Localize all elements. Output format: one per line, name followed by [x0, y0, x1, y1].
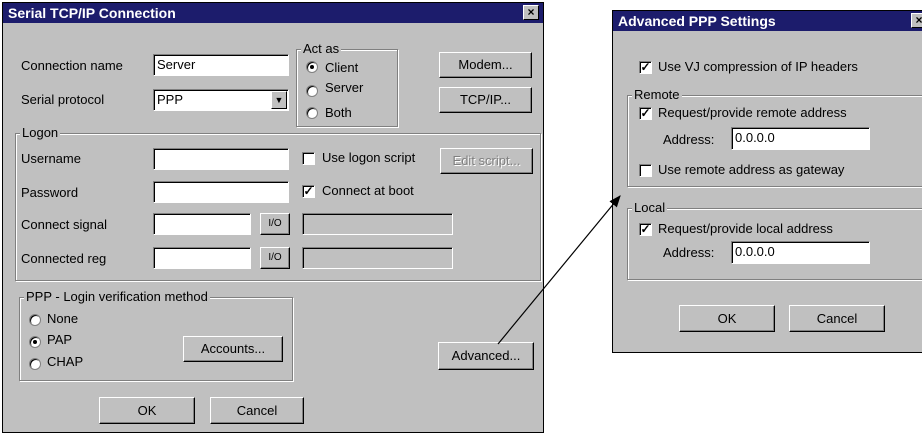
remote-gateway-checkbox[interactable] — [639, 164, 652, 177]
logon-label: Logon — [20, 125, 61, 140]
connection-name-label: Connection name — [21, 58, 123, 73]
remote-address-label: Address: — [663, 132, 715, 147]
advanced-button[interactable]: Advanced... — [438, 342, 534, 370]
connected-reg-label: Connected reg — [21, 251, 107, 266]
serial-ok-button[interactable]: OK — [99, 397, 195, 424]
radio-server-label: Server — [325, 80, 364, 95]
accounts-button[interactable]: Accounts... — [183, 336, 283, 362]
connect-signal-display — [302, 213, 453, 235]
connect-at-boot-label: Connect at boot — [322, 183, 414, 198]
modem-button[interactable]: Modem... — [439, 52, 532, 78]
connection-name-input[interactable]: Server — [153, 54, 289, 76]
connected-reg-io-button[interactable]: I/O — [260, 247, 290, 269]
serial-protocol-label: Serial protocol — [21, 92, 105, 107]
radio-none-label: None — [47, 311, 79, 326]
radio-selected-dot — [310, 65, 314, 69]
radio-both[interactable] — [306, 107, 318, 119]
serial-close-icon[interactable]: × — [523, 5, 539, 20]
ppp-verification-group: PPP - Login verification method None PAP… — [19, 289, 293, 381]
radio-chap[interactable] — [29, 358, 41, 370]
radio-client-label: Client — [325, 60, 359, 75]
advanced-dialog-titlebar: Advanced PPP Settings — [613, 11, 922, 31]
serial-dialog-titlebar: Serial TCP/IP Connection — [3, 3, 543, 23]
local-address-label: Address: — [663, 245, 715, 260]
act-as-label: Act as — [301, 41, 342, 56]
vj-compression-checkbox[interactable]: ✓ — [639, 61, 652, 74]
tcpip-button[interactable]: TCP/IP... — [439, 87, 532, 113]
remote-gateway-label: Use remote address as gateway — [658, 162, 845, 177]
serial-protocol-value: PPP — [157, 92, 184, 107]
remote-address-input[interactable]: 0.0.0.0 — [731, 127, 870, 150]
radio-chap-label: CHAP — [47, 354, 84, 369]
request-local-label: Request/provide local address — [658, 221, 833, 236]
connected-reg-input[interactable] — [153, 247, 251, 269]
radio-client[interactable] — [306, 61, 318, 73]
request-local-checkbox[interactable]: ✓ — [639, 223, 652, 236]
request-remote-label: Request/provide remote address — [658, 105, 847, 120]
advanced-close-icon[interactable]: × — [911, 13, 922, 28]
radio-pap[interactable] — [29, 336, 41, 348]
act-as-group: Act as Client Server Both — [296, 41, 398, 127]
local-group: Local ✓ Request/provide local address Ad… — [627, 200, 922, 280]
connect-signal-label: Connect signal — [21, 217, 107, 232]
use-logon-script-label: Use logon script — [322, 150, 416, 165]
password-label: Password — [21, 185, 79, 200]
advanced-ok-button[interactable]: OK — [679, 305, 775, 332]
edit-script-button[interactable]: Edit script... — [440, 148, 533, 174]
serial-protocol-select[interactable]: PPP ▼ — [153, 89, 289, 111]
remote-group: Remote ✓ Request/provide remote address … — [627, 87, 922, 187]
vj-compression-label: Use VJ compression of IP headers — [658, 59, 858, 74]
advanced-ppp-dialog: Advanced PPP Settings × ✓ Use VJ compres… — [612, 10, 922, 353]
use-logon-script-checkbox[interactable] — [302, 152, 315, 165]
request-remote-checkbox[interactable]: ✓ — [639, 107, 652, 120]
connect-signal-io-button[interactable]: I/O — [260, 213, 290, 235]
chevron-down-icon[interactable]: ▼ — [271, 91, 287, 109]
connect-at-boot-checkbox[interactable]: ✓ — [302, 185, 315, 198]
remote-label: Remote — [632, 87, 682, 102]
radio-server[interactable] — [306, 85, 318, 97]
radio-both-label: Both — [325, 105, 352, 120]
serial-tcpip-dialog: Serial TCP/IP Connection × Connection na… — [2, 2, 544, 433]
serial-cancel-button[interactable]: Cancel — [210, 397, 304, 424]
radio-pap-label: PAP — [47, 332, 73, 347]
connected-reg-display — [302, 247, 453, 269]
ppp-verification-label: PPP - Login verification method — [24, 289, 210, 304]
connect-signal-input[interactable] — [153, 213, 251, 235]
advanced-cancel-button[interactable]: Cancel — [789, 305, 885, 332]
password-input[interactable] — [153, 181, 289, 203]
username-label: Username — [21, 151, 81, 166]
radio-selected-dot — [33, 340, 37, 344]
local-address-input[interactable]: 0.0.0.0 — [731, 241, 870, 264]
advanced-dialog-title: Advanced PPP Settings — [618, 13, 776, 29]
serial-dialog-title: Serial TCP/IP Connection — [8, 5, 176, 21]
username-input[interactable] — [153, 148, 289, 170]
local-label: Local — [632, 200, 668, 215]
radio-none[interactable] — [29, 314, 41, 326]
